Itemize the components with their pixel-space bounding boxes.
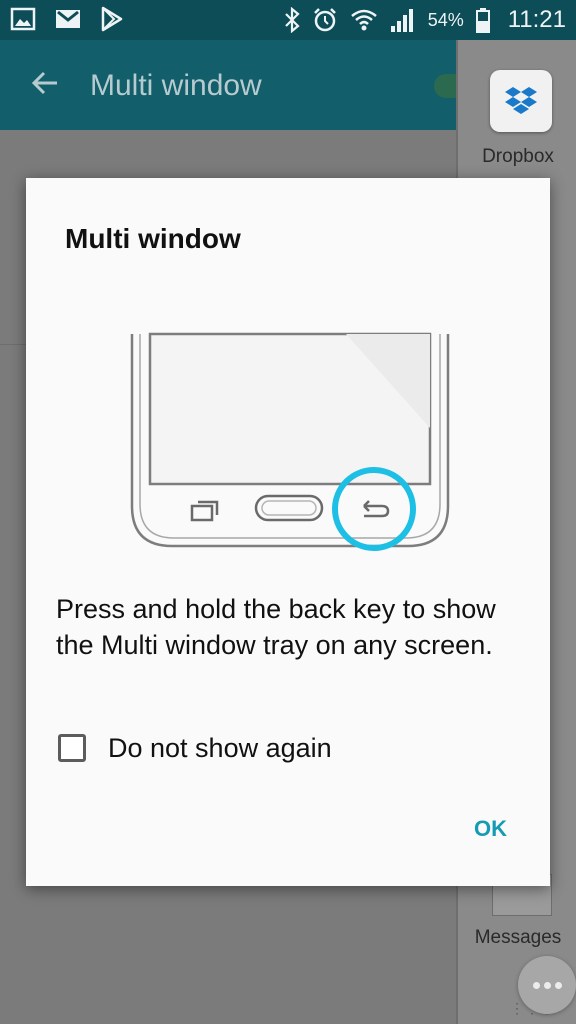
notification-icons bbox=[10, 6, 124, 32]
dropbox-icon bbox=[505, 87, 537, 114]
app-bar: Multi window bbox=[0, 40, 460, 130]
checkbox-label: Do not show again bbox=[108, 732, 332, 763]
app-bar-title: Multi window bbox=[90, 69, 262, 102]
back-arrow-icon[interactable] bbox=[30, 68, 60, 98]
clock: 11:21 bbox=[507, 6, 566, 33]
dialog-message: Press and hold the back key to show the … bbox=[56, 594, 496, 660]
system-icons: 54% 11:21 bbox=[284, 0, 566, 40]
dialog-title: Multi window bbox=[65, 223, 241, 254]
gallery-icon bbox=[10, 7, 36, 31]
gmail-icon bbox=[56, 10, 80, 28]
battery-icon bbox=[475, 8, 490, 33]
phone-back-key-illustration bbox=[130, 332, 450, 551]
play-store-icon bbox=[101, 6, 123, 32]
bluetooth-icon bbox=[284, 7, 300, 33]
do-not-show-again-checkbox[interactable]: Do not show again bbox=[58, 730, 332, 766]
alarm-icon bbox=[313, 8, 336, 32]
signal-icon bbox=[390, 9, 413, 32]
tray-item-dropbox-label: Dropbox bbox=[482, 146, 554, 167]
multi-window-dialog: Multi window Press and hold the back key… bbox=[26, 178, 550, 886]
wifi-icon bbox=[350, 9, 377, 31]
tray-more-button[interactable] bbox=[518, 956, 576, 1014]
status-bar: 54% 11:21 bbox=[0, 0, 576, 40]
ok-button[interactable]: OK bbox=[466, 816, 515, 842]
battery-percent: 54% bbox=[427, 9, 464, 30]
tray-item-dropbox[interactable] bbox=[490, 70, 552, 132]
checkbox-box[interactable] bbox=[58, 734, 86, 762]
tray-item-messages-label: Messages bbox=[474, 927, 562, 948]
